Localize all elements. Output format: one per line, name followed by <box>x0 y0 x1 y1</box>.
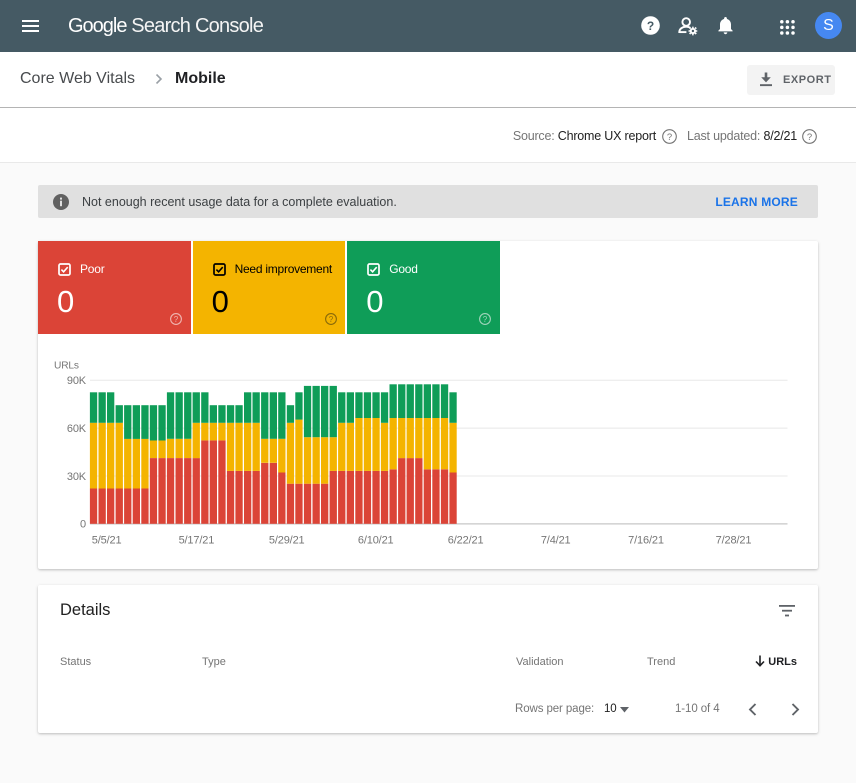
svg-text:?: ? <box>483 315 488 324</box>
svg-text:6/22/21: 6/22/21 <box>448 535 484 547</box>
svg-text:7/16/21: 7/16/21 <box>628 535 664 547</box>
svg-text:?: ? <box>807 132 812 143</box>
svg-text:6/10/21: 6/10/21 <box>358 535 394 547</box>
svg-text:?: ? <box>647 19 654 33</box>
svg-text:?: ? <box>328 315 333 324</box>
svg-text:30K: 30K <box>67 471 87 483</box>
svg-text:5/29/21: 5/29/21 <box>269 535 305 547</box>
svg-text:?: ? <box>667 132 672 143</box>
svg-text:7/28/21: 7/28/21 <box>716 535 752 547</box>
svg-text:?: ? <box>174 315 179 324</box>
svg-text:90K: 90K <box>67 375 87 387</box>
svg-text:5/17/21: 5/17/21 <box>179 535 215 547</box>
svg-text:URLs: URLs <box>54 361 79 372</box>
svg-text:60K: 60K <box>67 423 87 435</box>
svg-text:0: 0 <box>80 519 86 531</box>
svg-text:5/5/21: 5/5/21 <box>92 535 122 547</box>
svg-text:7/4/21: 7/4/21 <box>541 535 571 547</box>
